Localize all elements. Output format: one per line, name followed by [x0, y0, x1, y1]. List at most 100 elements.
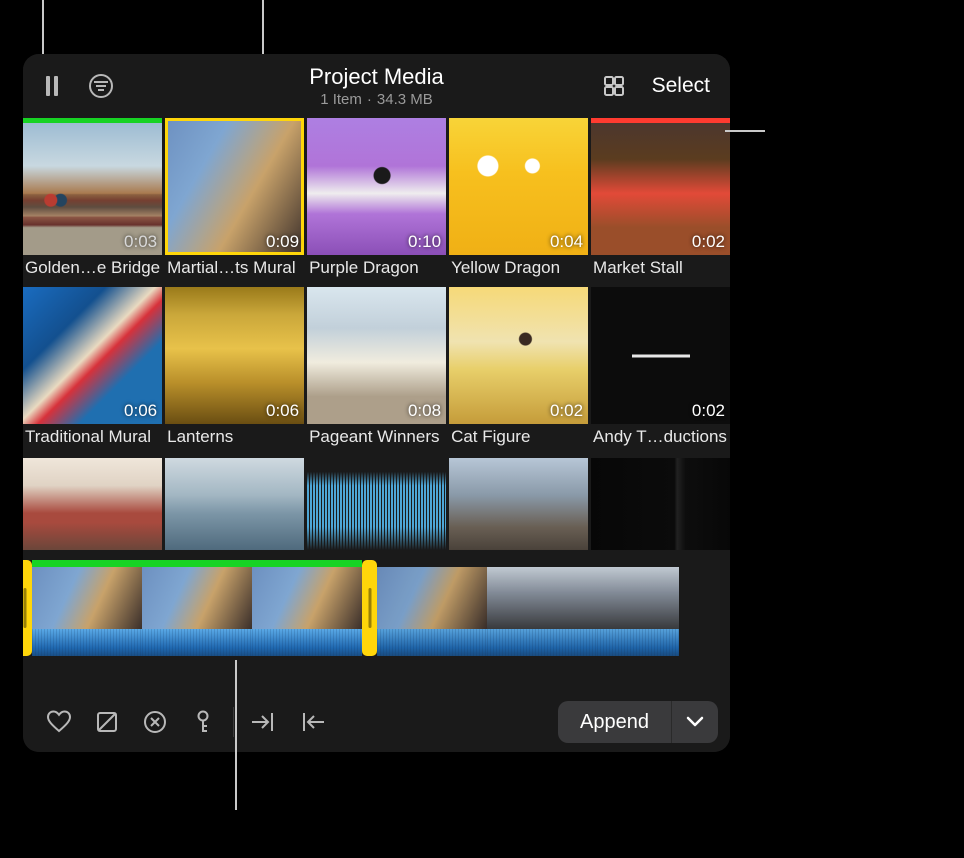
append-button[interactable]: Append [558, 701, 672, 743]
pause-icon [46, 76, 60, 96]
media-clip[interactable] [23, 458, 162, 550]
clip-name: Market Stall [591, 258, 730, 284]
media-clip[interactable] [591, 458, 730, 550]
filmstrip-frame[interactable] [377, 567, 487, 629]
toolbar-divider [233, 707, 234, 737]
separator-dot: · [362, 91, 377, 108]
grid-layout-icon [602, 74, 626, 98]
media-clip[interactable]: 0:03 Golden…e Bridge [23, 118, 162, 284]
panel-title: Project Media [309, 64, 444, 89]
heart-icon [46, 710, 72, 734]
clip-thumbnail[interactable] [165, 458, 304, 550]
filmstrip-frame[interactable] [252, 567, 362, 629]
media-grid: 0:03Golden…e Bridge0:09Martial…ts Mural0… [23, 118, 730, 455]
media-clip[interactable]: 0:10 Purple Dragon [307, 118, 446, 284]
clip-name: Martial…ts Mural [165, 258, 304, 284]
filmstrip-frame[interactable] [597, 567, 679, 629]
media-clip[interactable]: 0:08 Pageant Winners [307, 287, 446, 453]
append-button-group: Append [558, 701, 718, 743]
clip-thumbnail[interactable]: 0:08 [307, 287, 446, 424]
clip-thumbnail[interactable] [449, 458, 588, 550]
clip-thumbnail[interactable] [307, 458, 446, 550]
clip-name: Lanterns [165, 427, 304, 453]
clip-duration: 0:08 [408, 401, 441, 421]
clip-name: Traditional Mural [23, 427, 162, 453]
media-clip[interactable]: 0:06 Traditional Mural [23, 287, 162, 453]
filmstrip-audio-waveform [32, 629, 142, 656]
clip-name: Pageant Winners [307, 427, 446, 453]
clip-thumbnail[interactable]: 0:02 [591, 287, 730, 424]
key-icon [192, 710, 214, 734]
panel-subtitle: 1 Item·34.3 MB [320, 91, 433, 108]
media-grid-overflow-row [23, 458, 730, 550]
select-button[interactable]: Select [644, 68, 718, 104]
filmstrip-frame[interactable] [32, 567, 142, 629]
clip-thumbnail[interactable]: 0:04 [449, 118, 588, 255]
selection-handle-left[interactable] [23, 560, 32, 656]
clip-duration: 0:06 [266, 401, 299, 421]
clip-thumbnail[interactable]: 0:06 [165, 287, 304, 424]
keyword-button[interactable] [179, 700, 227, 744]
clip-thumbnail[interactable]: 0:09 [165, 118, 304, 255]
clip-duration: 0:09 [266, 232, 299, 252]
item-count: 1 Item [320, 91, 362, 108]
reject-marker [591, 118, 730, 123]
mark-out-icon [298, 711, 326, 733]
clip-duration: 0:10 [408, 232, 441, 252]
clip-thumbnail[interactable] [591, 458, 730, 550]
filmstrip-clips-rest [377, 560, 679, 656]
filter-icon [88, 73, 114, 99]
media-clip[interactable] [165, 458, 304, 550]
favorite-marker [23, 118, 162, 123]
filmstrip-frame[interactable] [487, 567, 597, 629]
clip-thumbnail[interactable]: 0:02 [449, 287, 588, 424]
media-clip[interactable]: 0:09 Martial…ts Mural [165, 118, 304, 284]
media-clip[interactable]: 0:06 Lanterns [165, 287, 304, 453]
clip-thumbnail[interactable]: 0:10 [307, 118, 446, 255]
media-clip[interactable] [449, 458, 588, 550]
clip-thumbnail[interactable]: 0:02 [591, 118, 730, 255]
clip-duration: 0:02 [692, 401, 725, 421]
media-clip[interactable]: 0:02 Market Stall [591, 118, 730, 284]
clip-name: Yellow Dragon [449, 258, 588, 284]
clip-duration: 0:03 [124, 232, 157, 252]
header-toolbar: Project Media 1 Item·34.3 MB Select [23, 54, 730, 118]
clip-thumbnail[interactable] [23, 458, 162, 550]
circle-x-icon [143, 710, 167, 734]
selection-handle-right[interactable] [362, 560, 377, 656]
header-title-group: Project Media 1 Item·34.3 MB [309, 64, 444, 108]
filmstrip [23, 560, 730, 656]
layout-button[interactable] [592, 64, 636, 108]
callout-line [725, 130, 765, 132]
clip-thumbnail[interactable]: 0:06 [23, 287, 162, 424]
media-clip[interactable]: 0:04 Yellow Dragon [449, 118, 588, 284]
clip-name: Andy T…ductions [591, 427, 730, 453]
clip-name: Purple Dragon [307, 258, 446, 284]
clip-thumbnail[interactable]: 0:03 [23, 118, 162, 255]
filmstrip-frame[interactable] [142, 567, 252, 629]
mark-in-button[interactable] [240, 700, 288, 744]
favorite-button[interactable] [35, 700, 83, 744]
clear-rating-button[interactable] [131, 700, 179, 744]
mark-in-icon [250, 711, 278, 733]
clip-name: Cat Figure [449, 427, 588, 453]
mark-out-button[interactable] [288, 700, 336, 744]
filter-button[interactable] [79, 64, 123, 108]
filmstrip-clips-selected [32, 560, 362, 656]
clip-duration: 0:04 [550, 232, 583, 252]
media-clip[interactable]: 0:02 Andy T…ductions [591, 287, 730, 453]
clip-duration: 0:02 [550, 401, 583, 421]
media-clip[interactable] [307, 458, 446, 550]
filmstrip-favorite-marker [32, 560, 142, 567]
reject-icon [95, 710, 119, 734]
append-menu-button[interactable] [672, 701, 718, 743]
project-media-browser: Project Media 1 Item·34.3 MB Select 0:03… [23, 54, 730, 752]
filmstrip-selection[interactable] [23, 560, 377, 656]
storage-size: 34.3 MB [377, 91, 433, 108]
media-clip[interactable]: 0:02 Cat Figure [449, 287, 588, 453]
clip-name: Golden…e Bridge [23, 258, 162, 284]
play-pause-button[interactable] [31, 64, 75, 108]
reject-button[interactable] [83, 700, 131, 744]
callout-line [235, 660, 237, 810]
chevron-down-icon [686, 716, 704, 728]
